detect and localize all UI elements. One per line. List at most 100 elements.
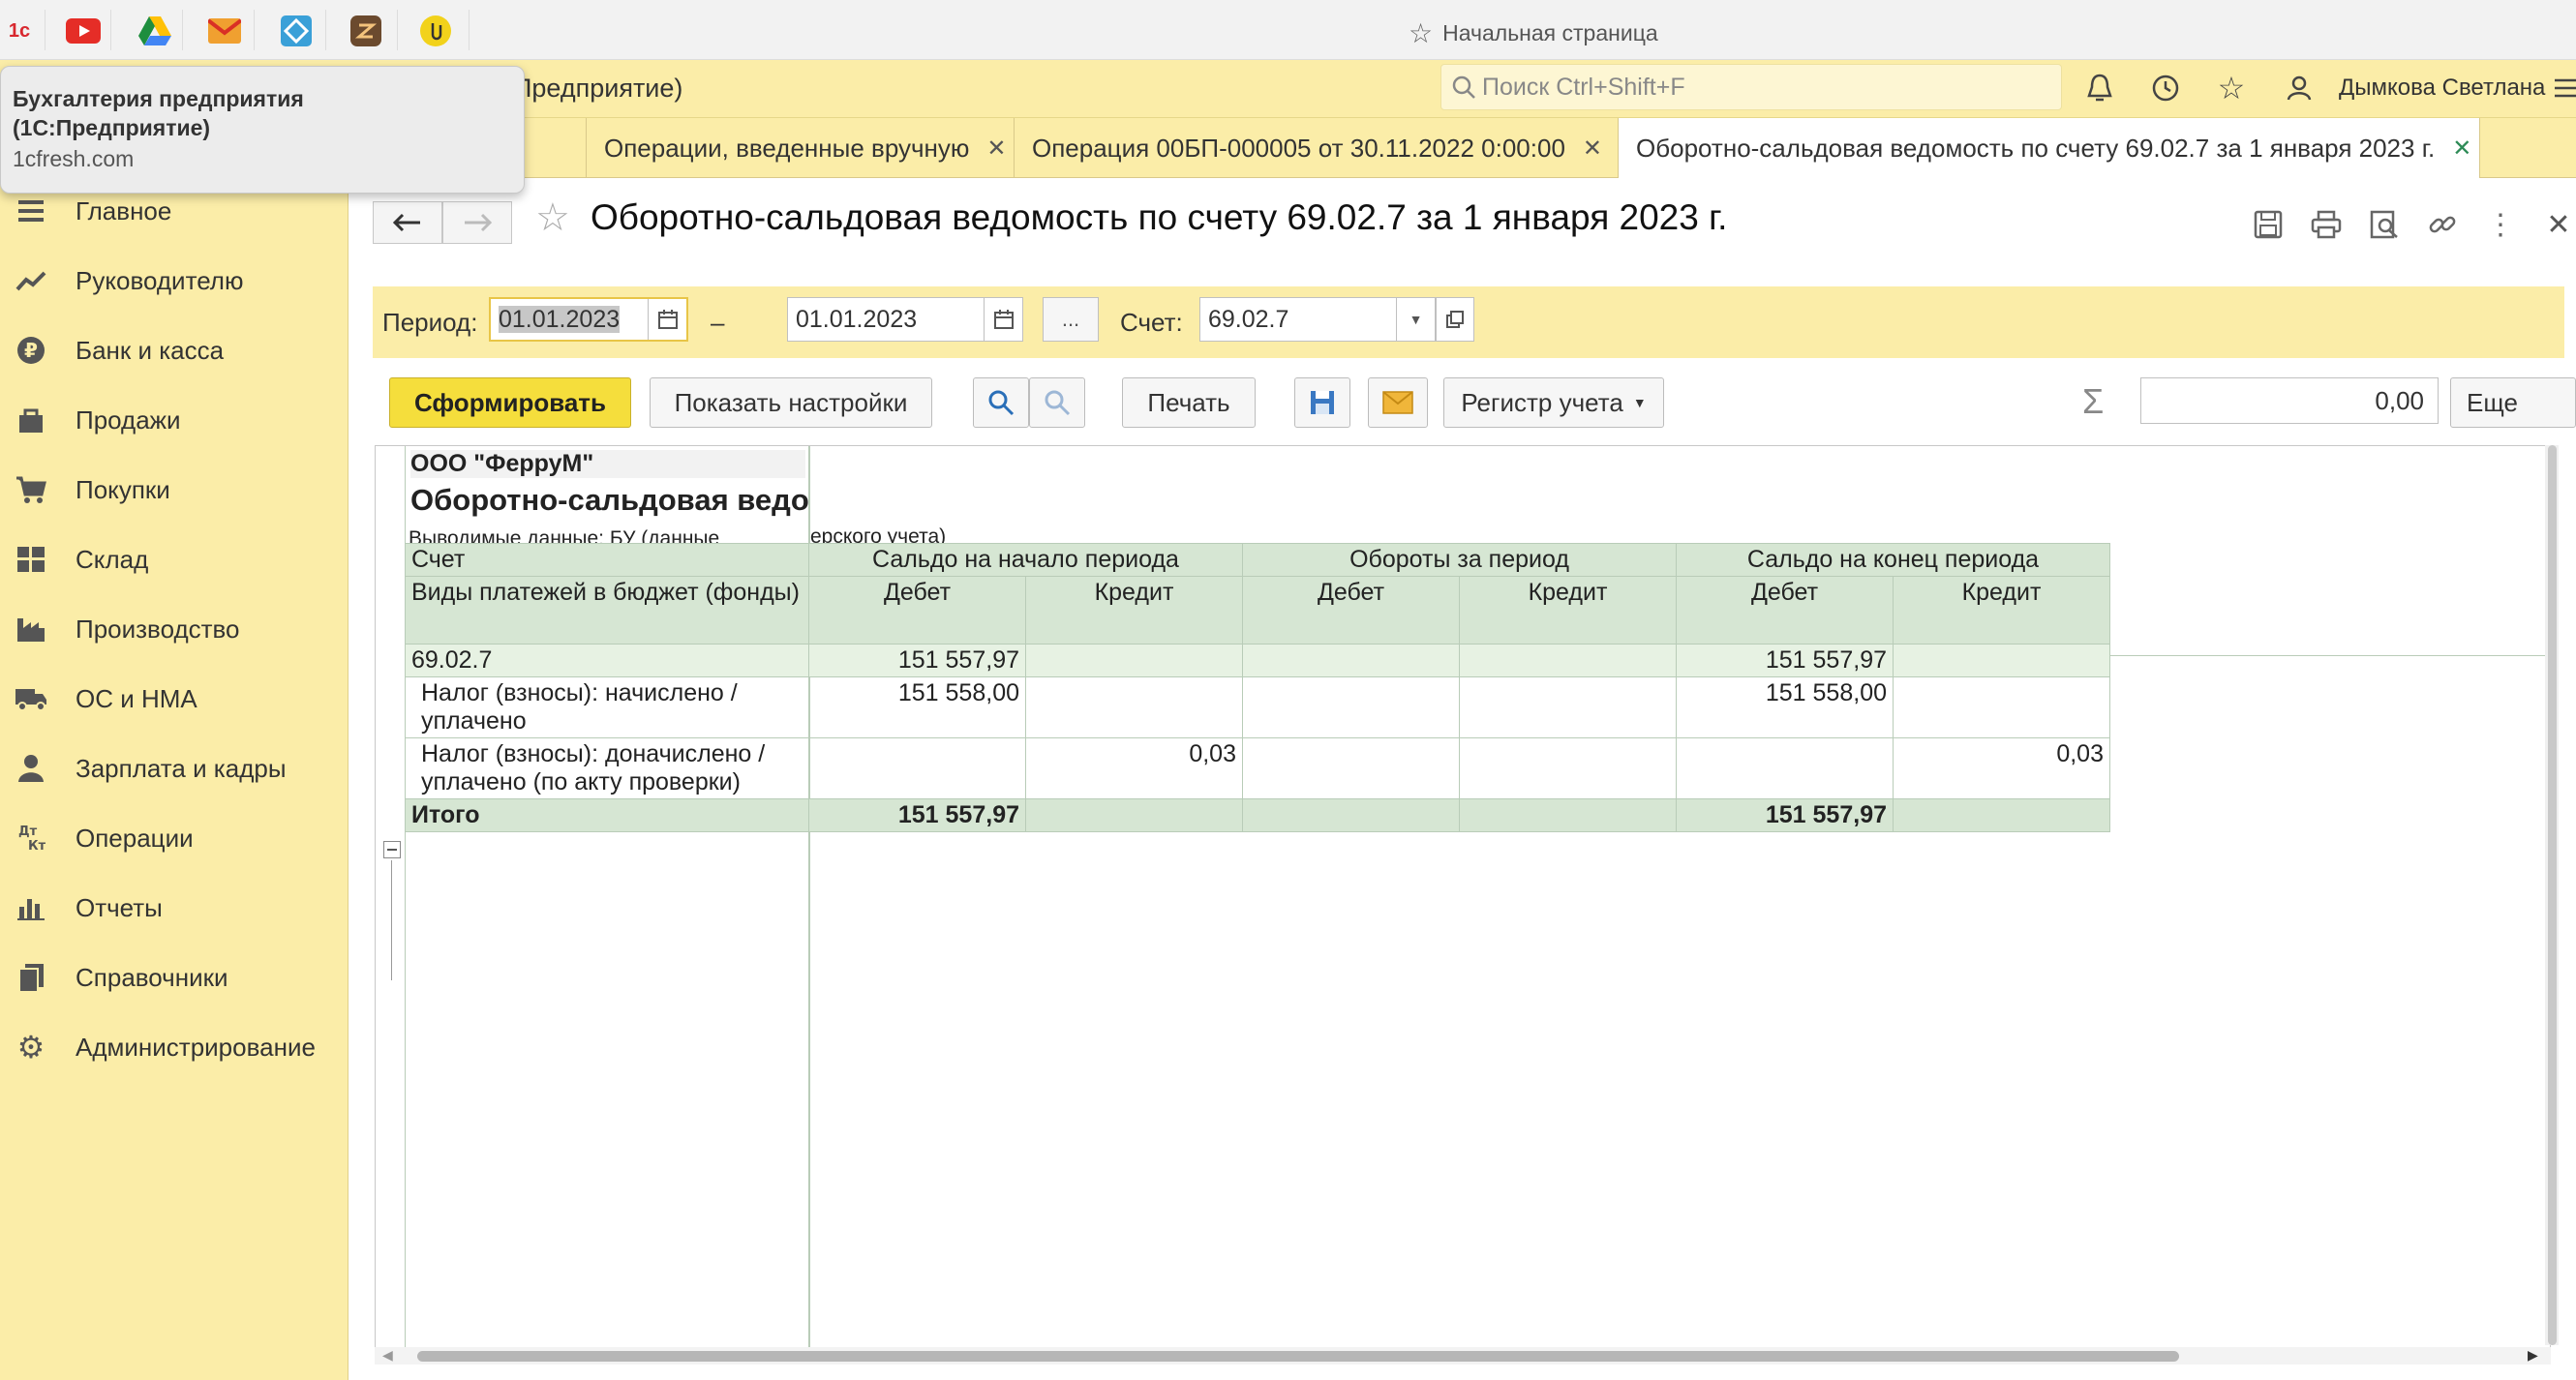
bookmark-separator bbox=[110, 10, 111, 50]
vertical-scrollbar[interactable] bbox=[2545, 445, 2559, 1345]
trend-icon bbox=[14, 263, 48, 298]
gmail-icon[interactable] bbox=[205, 12, 244, 50]
history-icon[interactable] bbox=[2147, 70, 2184, 106]
row-subconto: Налог (взносы): начислено / уплачено bbox=[405, 676, 809, 738]
bag-icon bbox=[14, 403, 48, 437]
favorites-star-icon[interactable]: ☆ bbox=[2213, 70, 2250, 106]
show-settings-button[interactable]: Показать настройки bbox=[650, 377, 932, 428]
sidebar-item-references[interactable]: Справочники bbox=[0, 948, 349, 1006]
open-account-icon[interactable] bbox=[1436, 297, 1474, 342]
account-field[interactable]: 69.02.7 ▼ bbox=[1199, 297, 1436, 342]
report-spreadsheet[interactable]: ООО "ФерруМ" Оборотно-сальдовая ведо Выв… bbox=[375, 445, 2551, 1365]
hamburger-menu-icon[interactable] bbox=[2548, 70, 2576, 106]
cell-turn-debit bbox=[1242, 737, 1460, 799]
generate-button[interactable]: Сформировать bbox=[389, 377, 631, 428]
cell-open-debit: 151 557,97 bbox=[808, 644, 1026, 677]
more-vertical-icon[interactable]: ⋮ bbox=[2481, 205, 2520, 244]
sidebar-item-reports[interactable]: Отчеты bbox=[0, 879, 349, 937]
tab-manual-operations[interactable]: Операции, введенные вручную ✕ bbox=[587, 118, 1015, 178]
cell-turn-credit bbox=[1459, 676, 1677, 738]
link-icon[interactable] bbox=[2423, 205, 2462, 244]
cancel-search-button[interactable] bbox=[1029, 377, 1085, 428]
header-debit: Дебет bbox=[1242, 576, 1460, 645]
sidebar-item-admin[interactable]: ⚙ Администрирование bbox=[0, 1018, 349, 1076]
date-from-field[interactable]: 01.01.2023 bbox=[489, 297, 688, 342]
cell-open-credit bbox=[1025, 644, 1243, 677]
cell-turn-credit bbox=[1459, 798, 1677, 832]
save-icon[interactable] bbox=[2249, 205, 2288, 244]
cart-icon bbox=[14, 472, 48, 507]
cancel-search-icon bbox=[1045, 390, 1071, 416]
svg-text:Дт: Дт bbox=[18, 825, 38, 839]
save-file-button[interactable] bbox=[1294, 377, 1350, 428]
cell-open-credit bbox=[1025, 676, 1243, 738]
table-row[interactable]: Налог (взносы): доначислено / уплачено (… bbox=[405, 737, 2110, 799]
sum-field[interactable]: 0,00 bbox=[2140, 377, 2439, 424]
search-button[interactable] bbox=[973, 377, 1029, 428]
scroll-thumb[interactable] bbox=[2548, 445, 2557, 1345]
1c-icon[interactable]: 1c bbox=[0, 12, 39, 50]
sidebar-item-salary[interactable]: Зарплата и кадры bbox=[0, 739, 349, 797]
notes-icon[interactable] bbox=[347, 12, 385, 50]
sidebar-item-fixed-assets[interactable]: ОС и НМА bbox=[0, 670, 349, 728]
bar-chart-icon bbox=[14, 890, 48, 925]
forward-button[interactable] bbox=[442, 201, 512, 244]
table-row[interactable]: 69.02.7 151 557,97 151 557,97 bbox=[405, 644, 2110, 677]
favorite-star-icon[interactable]: ☆ bbox=[535, 195, 570, 240]
svg-text:₽: ₽ bbox=[24, 339, 38, 362]
bookmark-separator bbox=[182, 10, 183, 50]
calendar-icon[interactable] bbox=[984, 298, 1022, 341]
header-credit: Кредит bbox=[1459, 576, 1677, 645]
scroll-right-icon[interactable]: ▶ bbox=[2528, 1347, 2538, 1364]
sidebar-item-operations[interactable]: Дт Кт Операции bbox=[0, 809, 349, 867]
user-name[interactable]: Дымкова Светлана bbox=[2339, 75, 2545, 102]
chevron-down-icon[interactable]: ▼ bbox=[1396, 298, 1435, 341]
send-email-button[interactable] bbox=[1368, 377, 1428, 428]
scroll-left-icon[interactable]: ◀ bbox=[382, 1347, 393, 1364]
close-icon[interactable]: ✕ bbox=[2539, 205, 2576, 244]
sidebar-item-purchases[interactable]: Покупки bbox=[0, 461, 349, 519]
period-select-button[interactable]: ... bbox=[1043, 297, 1099, 342]
close-icon[interactable]: ✕ bbox=[2452, 135, 2471, 163]
arrow-right-icon bbox=[465, 213, 492, 232]
tab-operation[interactable]: Операция 00БП-000005 от 30.11.2022 0:00:… bbox=[1015, 118, 1619, 178]
close-icon[interactable]: ✕ bbox=[1583, 135, 1602, 163]
cell-open-debit bbox=[808, 737, 1026, 799]
date-to-field[interactable]: 01.01.2023 bbox=[787, 297, 1023, 342]
back-button[interactable] bbox=[373, 201, 442, 244]
bell-icon[interactable] bbox=[2081, 70, 2118, 106]
sum-icon: Σ bbox=[2082, 381, 2105, 421]
app-icon[interactable] bbox=[277, 12, 316, 50]
sidebar-item-sales[interactable]: Продажи bbox=[0, 391, 349, 449]
google-drive-icon[interactable] bbox=[136, 12, 174, 50]
sidebar-item-warehouse[interactable]: Склад bbox=[0, 530, 349, 588]
user-icon[interactable] bbox=[2281, 70, 2318, 106]
cell-turn-debit bbox=[1242, 644, 1460, 677]
floppy-icon bbox=[1311, 391, 1334, 414]
sidebar-item-bank[interactable]: ₽ Банк и касса bbox=[0, 321, 349, 379]
table-row[interactable]: Налог (взносы): начислено / уплачено 151… bbox=[405, 676, 2110, 738]
scroll-thumb[interactable] bbox=[417, 1351, 2179, 1362]
preview-icon[interactable] bbox=[2365, 205, 2404, 244]
link-icon[interactable] bbox=[416, 12, 455, 50]
table-total-row[interactable]: Итого 151 557,97 151 557,97 bbox=[405, 798, 2110, 832]
print-icon[interactable] bbox=[2307, 205, 2346, 244]
more-button[interactable]: Еще bbox=[2450, 377, 2576, 428]
calendar-icon[interactable] bbox=[648, 299, 686, 340]
cell-turn-debit bbox=[1242, 798, 1460, 832]
search-input[interactable]: Поиск Ctrl+Shift+F bbox=[1440, 64, 2062, 110]
print-button[interactable]: Печать bbox=[1122, 377, 1256, 428]
cell-open-debit: 151 557,97 bbox=[808, 798, 1026, 832]
close-icon[interactable]: ✕ bbox=[986, 135, 1006, 163]
sidebar-item-production[interactable]: Производство bbox=[0, 600, 349, 658]
sidebar-item-manager[interactable]: Руководителю bbox=[0, 252, 349, 310]
search-icon bbox=[1452, 75, 1475, 99]
header-debit: Дебет bbox=[1676, 576, 1894, 645]
register-dropdown[interactable]: Регистр учета ▼ bbox=[1443, 377, 1664, 428]
horizontal-scrollbar[interactable]: ◀ ▶ bbox=[375, 1347, 2551, 1365]
youtube-icon[interactable] bbox=[64, 12, 103, 50]
tab-balance-sheet[interactable]: Оборотно-сальдовая ведомость по счету 69… bbox=[1619, 118, 2480, 179]
cell-open-debit: 151 558,00 bbox=[808, 676, 1026, 738]
factory-icon bbox=[14, 612, 48, 646]
collapse-group-icon[interactable] bbox=[383, 841, 401, 858]
